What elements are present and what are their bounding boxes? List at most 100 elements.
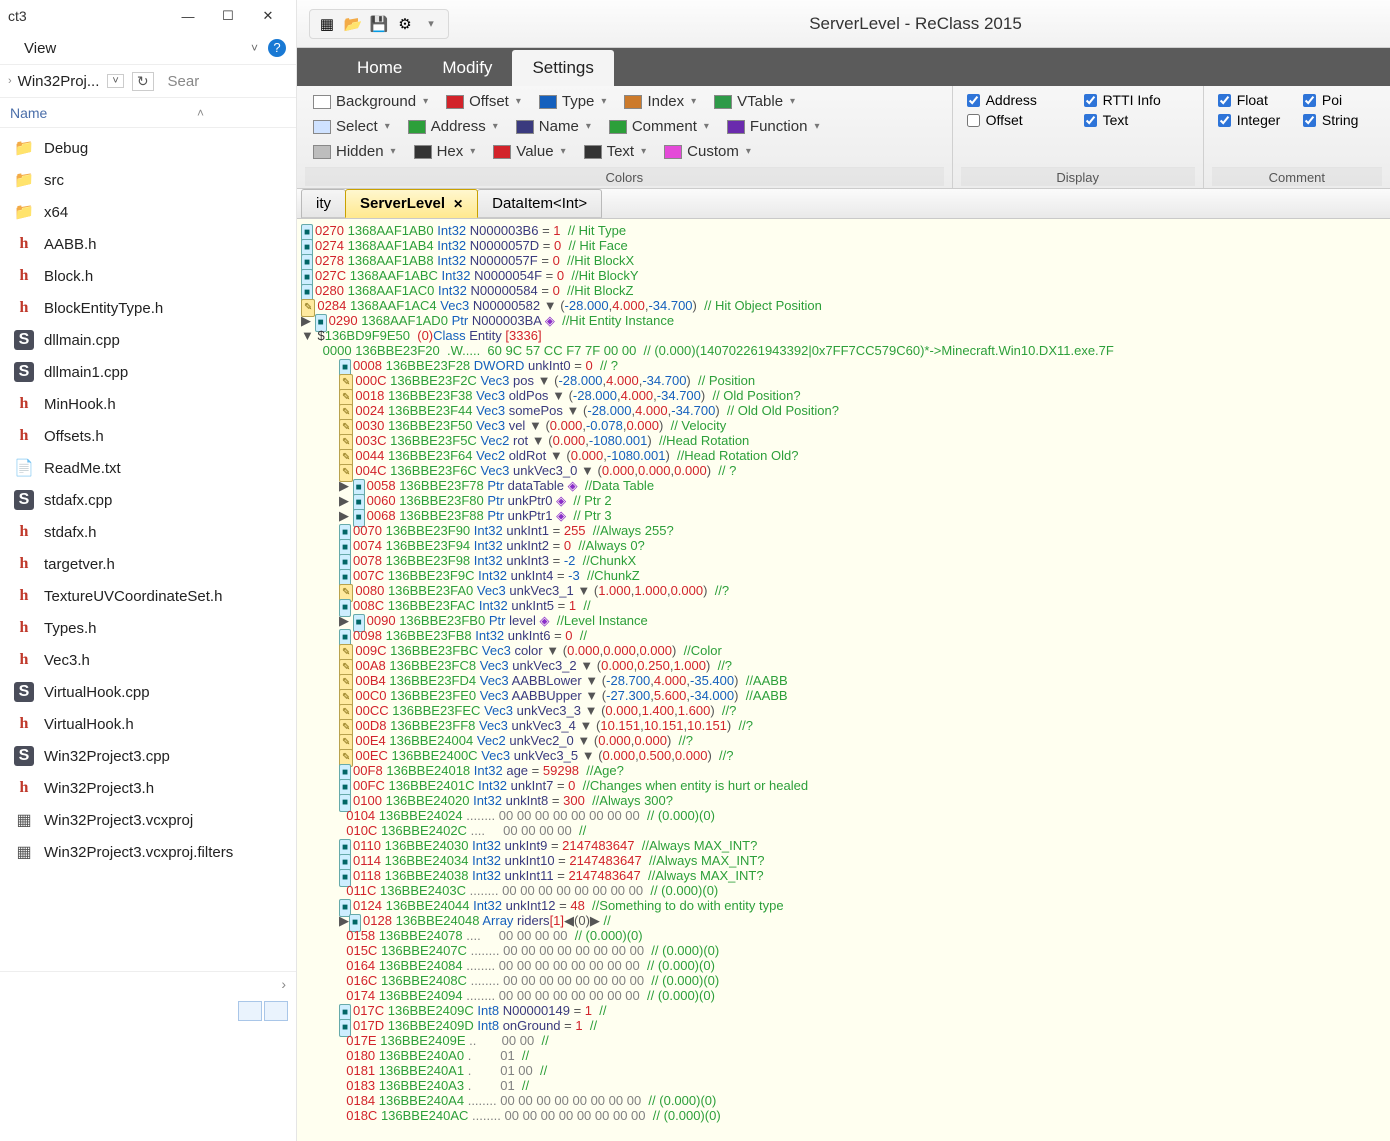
color-index[interactable]: Index▾ xyxy=(616,90,704,113)
color-function[interactable]: Function▾ xyxy=(719,115,828,138)
color-address[interactable]: Address▾ xyxy=(400,115,506,138)
chevron-down-icon: ▾ xyxy=(391,146,396,157)
h-icon: h xyxy=(14,554,34,574)
save-icon[interactable]: 💾 xyxy=(368,13,390,35)
proj-icon: ▦ xyxy=(14,842,34,862)
color-vtable[interactable]: VTable▾ xyxy=(706,90,803,113)
close-icon[interactable]: ✕ xyxy=(453,197,463,211)
list-item[interactable]: hTextureUVCoordinateSet.h xyxy=(0,580,296,612)
list-item[interactable]: hOffsets.h xyxy=(0,420,296,452)
refresh-icon[interactable]: ↻ xyxy=(132,72,154,91)
folder-icon: 📁 xyxy=(14,138,34,158)
list-item[interactable]: Sdllmain1.cpp xyxy=(0,356,296,388)
chevron-down-icon: ▾ xyxy=(423,96,428,107)
list-item[interactable]: hBlockEntityType.h xyxy=(0,292,296,324)
check-string[interactable]: String xyxy=(1297,110,1382,130)
list-item[interactable]: hBlock.h xyxy=(0,260,296,292)
help-icon[interactable]: ? xyxy=(268,39,286,57)
color-value[interactable]: Value▾ xyxy=(485,140,573,163)
ribbon-group-comment: FloatPoiIntegerString Comment xyxy=(1204,86,1390,188)
more-indicator: › xyxy=(281,976,286,992)
list-item[interactable]: 📁x64 xyxy=(0,196,296,228)
explorer-title-text: ct3 xyxy=(8,8,168,24)
cpp-icon: S xyxy=(14,362,34,382)
list-item[interactable]: SVirtualHook.cpp xyxy=(0,676,296,708)
check-integer[interactable]: Integer xyxy=(1212,110,1297,130)
doc-tab[interactable]: DataItem<Int> xyxy=(477,189,602,218)
check-address[interactable]: Address xyxy=(961,90,1078,110)
app-icon: ▦ xyxy=(316,13,338,35)
column-header[interactable]: Name ˄ xyxy=(0,98,296,128)
list-item[interactable]: hWin32Project3.h xyxy=(0,772,296,804)
list-item[interactable]: SWin32Project3.cpp xyxy=(0,740,296,772)
memory-view[interactable]: ■0270 1368AAF1AB0 Int32 N000003B6 = 1 //… xyxy=(297,219,1390,1141)
color-hex[interactable]: Hex▾ xyxy=(406,140,484,163)
view-switch xyxy=(238,1001,288,1021)
open-icon[interactable]: 📂 xyxy=(342,13,364,35)
ribbon-tab-modify[interactable]: Modify xyxy=(422,50,512,86)
gear-icon[interactable]: ⚙ xyxy=(394,13,416,35)
list-item[interactable]: 📄ReadMe.txt xyxy=(0,452,296,484)
ribbon-tab-home[interactable]: Home xyxy=(337,50,422,86)
list-item[interactable]: hVec3.h xyxy=(0,644,296,676)
view-tiles-icon[interactable] xyxy=(264,1001,288,1021)
quick-access-toolbar: ▦ 📂 💾 ⚙ ▾ xyxy=(309,9,449,39)
color-text[interactable]: Text▾ xyxy=(576,140,655,163)
window-maximize-button[interactable]: ☐ xyxy=(208,8,248,24)
list-item[interactable]: ▦Win32Project3.vcxproj.filters xyxy=(0,836,296,868)
h-icon: h xyxy=(14,778,34,798)
search-input[interactable]: Sear xyxy=(168,73,200,90)
check-text[interactable]: Text xyxy=(1078,110,1195,130)
file-label: Win32Project3.cpp xyxy=(44,748,170,765)
color-swatch-icon xyxy=(584,145,602,159)
list-item[interactable]: Sstdafx.cpp xyxy=(0,484,296,516)
color-comment[interactable]: Comment▾ xyxy=(601,115,717,138)
breadcrumb-sep[interactable]: › xyxy=(6,75,14,87)
window-close-button[interactable]: ✕ xyxy=(248,8,288,24)
check-rtti-info[interactable]: RTTI Info xyxy=(1078,90,1195,110)
file-label: TextureUVCoordinateSet.h xyxy=(44,588,222,605)
check-float[interactable]: Float xyxy=(1212,90,1297,110)
sort-icon: ˄ xyxy=(197,106,204,120)
list-item[interactable]: 📁Debug xyxy=(0,132,296,164)
color-swatch-icon xyxy=(446,95,464,109)
doc-tab[interactable]: ServerLevel✕ xyxy=(345,189,478,218)
list-item[interactable]: htargetver.h xyxy=(0,548,296,580)
window-minimize-button[interactable]: — xyxy=(168,9,208,24)
qat-dropdown-icon[interactable]: ▾ xyxy=(420,13,442,35)
breadcrumb-segment[interactable]: Win32Proj... xyxy=(18,73,100,90)
check-poi[interactable]: Poi xyxy=(1297,90,1382,110)
list-item[interactable]: ▦Win32Project3.vcxproj xyxy=(0,804,296,836)
color-swatch-icon xyxy=(408,120,426,134)
check-offset[interactable]: Offset xyxy=(961,110,1078,130)
color-custom[interactable]: Custom▾ xyxy=(656,140,759,163)
h-icon: h xyxy=(14,650,34,670)
list-item[interactable]: Sdllmain.cpp xyxy=(0,324,296,356)
ribbon-group-title-comment: Comment xyxy=(1212,167,1382,186)
ribbon-group-display: AddressRTTI InfoOffsetText Display xyxy=(953,86,1204,188)
menu-view[interactable]: View xyxy=(24,40,56,57)
color-type[interactable]: Type▾ xyxy=(531,90,615,113)
chevron-down-icon: ▾ xyxy=(385,121,390,132)
list-item[interactable]: hAABB.h xyxy=(0,228,296,260)
color-select[interactable]: Select▾ xyxy=(305,115,398,138)
ribbon-tab-settings[interactable]: Settings xyxy=(512,50,613,86)
list-item[interactable]: hstdafx.h xyxy=(0,516,296,548)
color-swatch-icon xyxy=(727,120,745,134)
ribbon-group-title-colors: Colors xyxy=(305,167,944,186)
view-details-icon[interactable] xyxy=(238,1001,262,1021)
color-swatch-icon xyxy=(624,95,642,109)
list-item[interactable]: hMinHook.h xyxy=(0,388,296,420)
file-label: stdafx.cpp xyxy=(44,492,112,509)
color-name[interactable]: Name▾ xyxy=(508,115,599,138)
txt-icon: 📄 xyxy=(14,458,34,478)
color-background[interactable]: Background▾ xyxy=(305,90,436,113)
doc-tab[interactable]: ity xyxy=(301,189,346,218)
breadcrumb-dropdown[interactable]: ˅ xyxy=(107,74,123,88)
color-offset[interactable]: Offset▾ xyxy=(438,90,529,113)
menu-dropdown-icon[interactable]: ˅ xyxy=(251,41,258,55)
color-hidden[interactable]: Hidden▾ xyxy=(305,140,404,163)
list-item[interactable]: hVirtualHook.h xyxy=(0,708,296,740)
list-item[interactable]: 📁src xyxy=(0,164,296,196)
list-item[interactable]: hTypes.h xyxy=(0,612,296,644)
